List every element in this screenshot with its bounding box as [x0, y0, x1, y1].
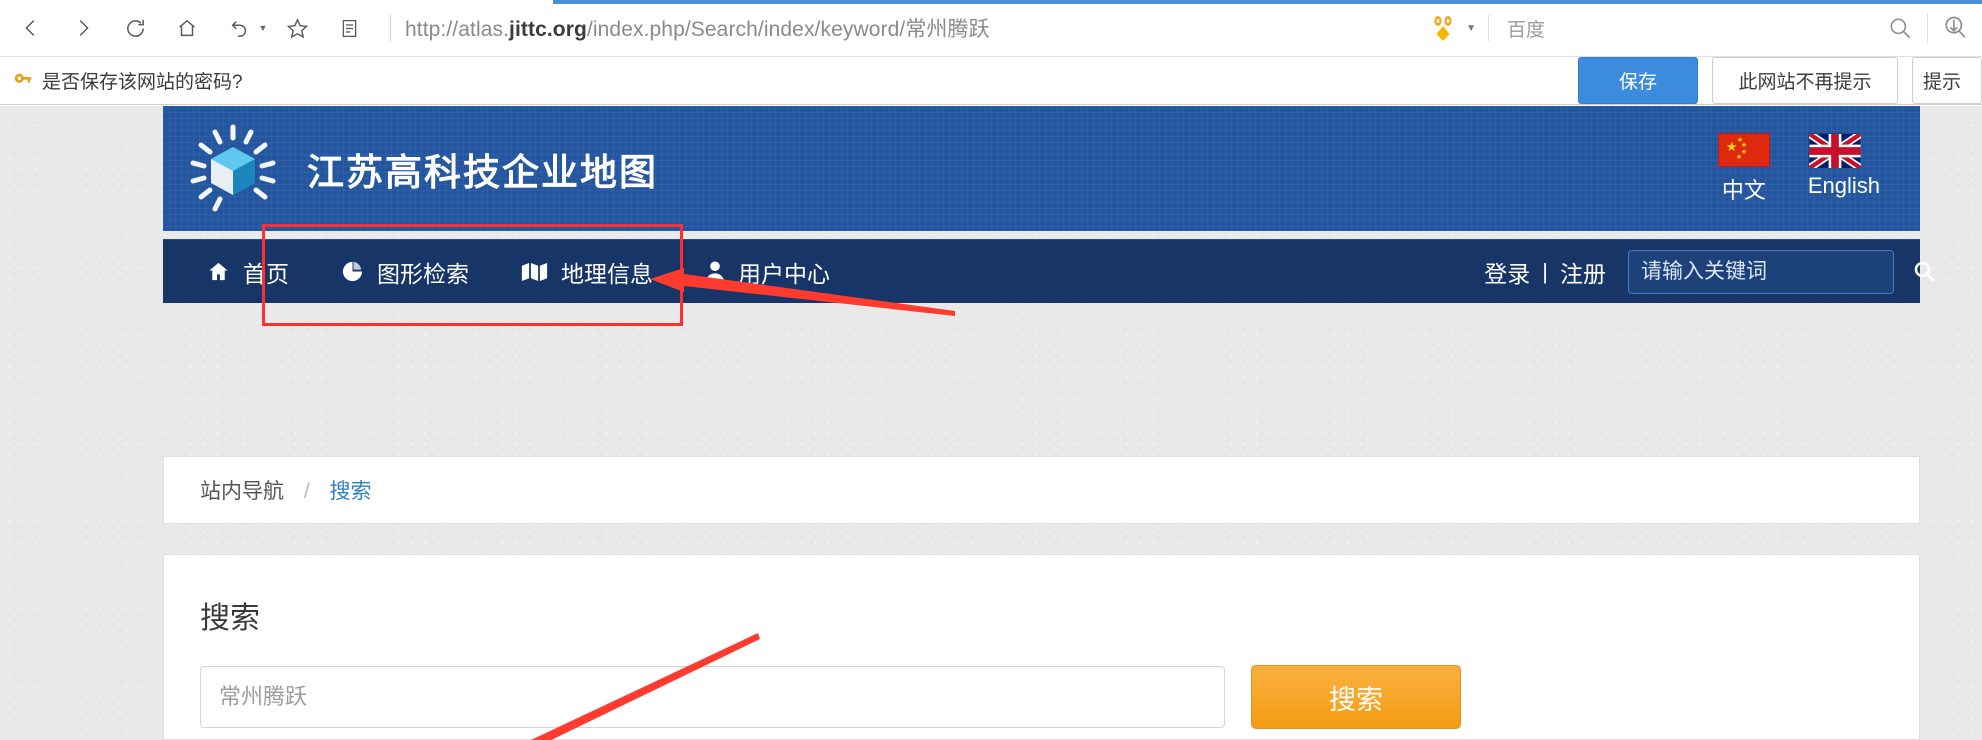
baidu-icon[interactable]	[1428, 12, 1458, 44]
login-link[interactable]: 登录	[1484, 255, 1530, 289]
nav-item-graphic-search[interactable]: 图形检索	[315, 240, 495, 304]
cube-burst-logo-icon[interactable]	[185, 121, 281, 217]
save-password-button[interactable]: 保存	[1578, 57, 1698, 104]
search-submit-button[interactable]: 搜索	[1251, 665, 1461, 729]
site-header: 江苏高科技企业地图 ★ ★ ★ ★ ★ 中文 English	[163, 106, 1920, 231]
overflow-button[interactable]: 提示	[1912, 57, 1982, 104]
language-label-english: English	[1807, 172, 1880, 198]
url-divider	[390, 15, 391, 41]
page-body: 江苏高科技企业地图 ★ ★ ★ ★ ★ 中文 English 首页 图形检索 地…	[0, 106, 1982, 740]
nav-right-group: 登录 | 注册	[1484, 249, 1935, 294]
search-keyword-input[interactable]	[200, 666, 1225, 728]
star-icon[interactable]	[272, 4, 322, 52]
nav-label-geo-info: 地理信息	[561, 260, 653, 287]
toolbar-accent-line	[553, 0, 1982, 4]
reader-mode-icon[interactable]	[324, 4, 374, 52]
breadcrumb-current[interactable]: 搜索	[330, 480, 372, 503]
password-prompt-text: 是否保存该网站的密码?	[42, 72, 243, 93]
search-capture-icon[interactable]	[1928, 4, 1982, 52]
nav-item-user-center[interactable]: 用户中心	[679, 240, 856, 304]
search-form: 搜索	[200, 665, 1919, 729]
language-label-chinese: 中文	[1721, 177, 1766, 203]
pie-chart-icon	[341, 260, 364, 283]
nav-item-geo-info[interactable]: 地理信息	[495, 240, 679, 304]
breadcrumb-separator: /	[303, 480, 310, 503]
site-nav: 首页 图形检索 地理信息 用户中心 登录 | 注册	[163, 239, 1935, 304]
home-icon[interactable]	[162, 4, 212, 52]
search-icon[interactable]	[1873, 4, 1927, 52]
site-search-box[interactable]	[1628, 249, 1935, 294]
browser-toolbar: ▼ http://atlas.jittc.org/index.php/Searc…	[0, 0, 1982, 56]
password-bar-actions: 保存 此网站不再提示 提示	[1578, 57, 1982, 104]
register-link[interactable]: 注册	[1560, 255, 1606, 289]
url-bar[interactable]: http://atlas.jittc.org/index.php/Search/…	[405, 13, 1428, 43]
search-engine-selector[interactable]: ▼ 百度	[1428, 12, 1867, 44]
breadcrumb: 站内导航 / 搜索	[200, 475, 372, 505]
browser-search-input[interactable]: 百度	[1507, 15, 1867, 42]
search-panel-heading: 搜索	[200, 602, 260, 635]
key-icon	[10, 70, 36, 92]
auth-separator: |	[1542, 258, 1548, 284]
back-arrow-icon[interactable]	[6, 4, 56, 52]
engine-divider	[1488, 15, 1489, 41]
language-switcher: ★ ★ ★ ★ ★ 中文 English	[1717, 130, 1880, 205]
uk-flag-icon	[1807, 130, 1863, 171]
map-icon	[521, 261, 548, 283]
nav-label-user-center: 用户中心	[738, 260, 830, 287]
reload-icon[interactable]	[110, 4, 160, 52]
forward-arrow-icon[interactable]	[58, 4, 108, 52]
breadcrumb-root[interactable]: 站内导航	[200, 480, 284, 503]
search-icon[interactable]	[1912, 259, 1937, 284]
search-panel: 搜索 搜索	[163, 554, 1920, 740]
chevron-down-icon[interactable]: ▼	[256, 4, 270, 52]
url-host: jittc.org	[509, 18, 587, 41]
language-option-chinese[interactable]: ★ ★ ★ ★ ★ 中文	[1717, 132, 1770, 205]
user-icon	[705, 260, 725, 283]
nav-item-home[interactable]: 首页	[181, 240, 315, 304]
chevron-down-icon[interactable]: ▼	[1466, 23, 1476, 34]
home-icon	[207, 260, 230, 283]
china-flag-icon: ★ ★ ★ ★ ★	[1717, 132, 1770, 167]
url-prefix: http://atlas.	[405, 18, 510, 41]
nav-label-graphic-search: 图形检索	[377, 260, 469, 287]
browser-nav-buttons: ▼	[0, 4, 374, 52]
breadcrumb-card: 站内导航 / 搜索	[163, 456, 1920, 524]
site-title: 江苏高科技企业地图	[307, 151, 658, 193]
site-search-input[interactable]	[1629, 259, 1912, 284]
never-for-site-button[interactable]: 此网站不再提示	[1712, 57, 1898, 104]
language-option-english[interactable]: English	[1807, 130, 1880, 205]
nav-label-home: 首页	[243, 260, 289, 287]
url-path: /index.php/Search/index/keyword/常州腾跃	[586, 18, 990, 41]
password-save-bar: 是否保存该网站的密码? 保存 此网站不再提示 提示	[0, 56, 1982, 105]
